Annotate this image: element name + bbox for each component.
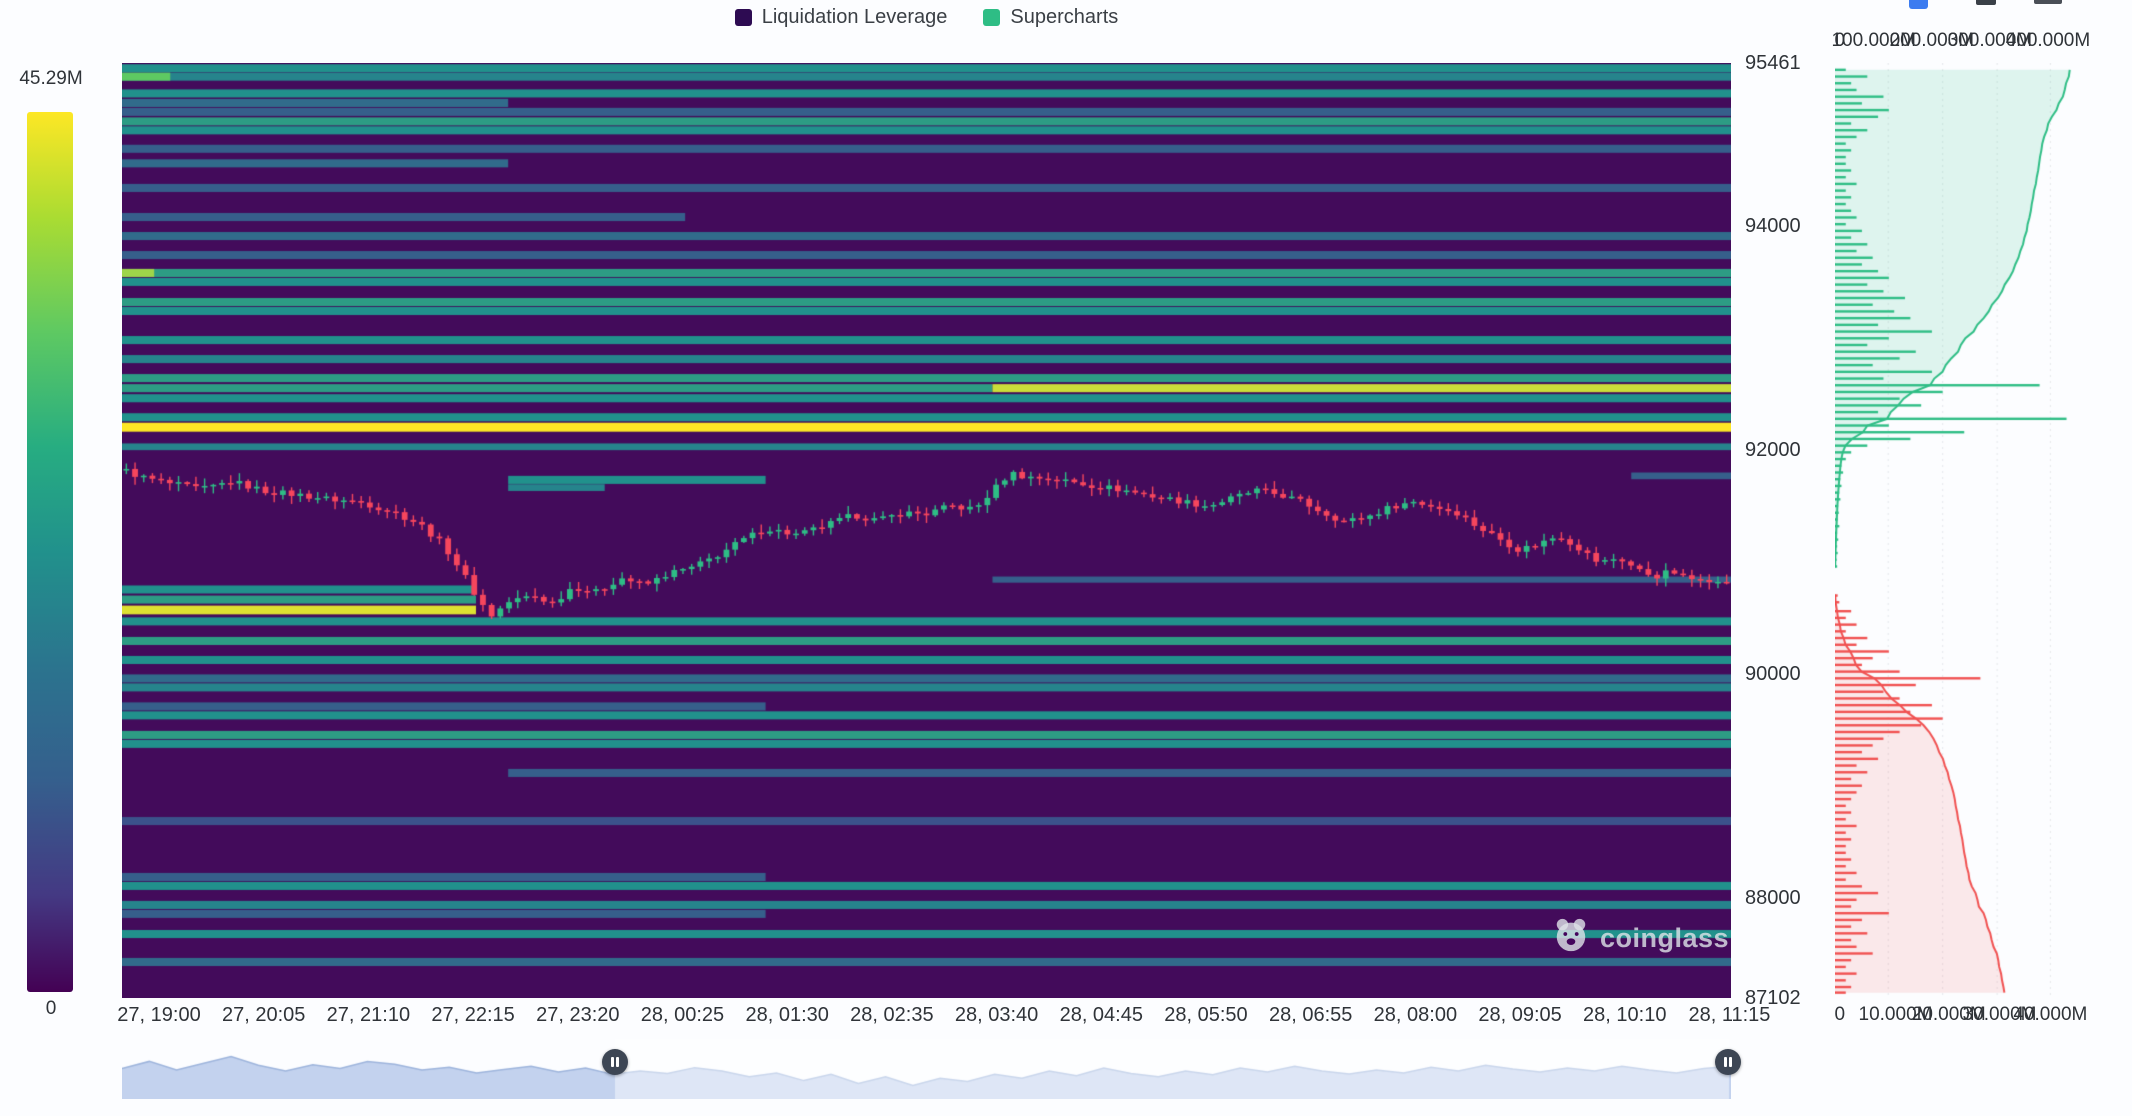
- depth-chart-canvas[interactable]: [1835, 63, 2077, 998]
- cropped-legend-swatch-top-right[interactable]: [1909, 0, 1928, 9]
- time-axis-label: 27, 22:15: [431, 1004, 515, 1026]
- cropped-legend-mark-top-right[interactable]: [1976, 0, 1996, 5]
- time-axis-label: 27, 19:00: [117, 1004, 201, 1026]
- time-axis-label: 28, 00:25: [640, 1004, 725, 1026]
- legend-label: Liquidation Leverage: [761, 6, 948, 28]
- legend-swatch: [983, 9, 1001, 26]
- price-axis-label: 95461: [1745, 52, 1801, 74]
- time-axis-label: 28, 01:30: [745, 1004, 829, 1026]
- depth-cumulative-axis-label: 400.000M: [2005, 30, 2091, 51]
- coinglass-watermark: coinglass: [1552, 916, 1729, 961]
- price-axis-label: 94000: [1745, 215, 1801, 238]
- legend-item-supercharts[interactable]: Supercharts: [983, 6, 1118, 29]
- colorbar-max-label: 45.29M: [19, 68, 83, 89]
- legend-label: Supercharts: [1010, 6, 1119, 28]
- liquidation-heatmap-page: Liquidation Leverage Supercharts 45.29M 0: [0, 0, 2132, 1116]
- time-axis-label: 27, 23:20: [536, 1004, 620, 1026]
- time-axis-label: 28, 02:35: [850, 1004, 934, 1026]
- colorbar-gradient: [27, 112, 73, 992]
- price-axis-label: 88000: [1745, 886, 1801, 909]
- navigator-canvas[interactable]: [122, 1039, 1731, 1099]
- legend-item-liquidation-leverage[interactable]: Liquidation Leverage: [734, 6, 948, 29]
- pause-icon: [608, 1056, 622, 1068]
- time-axis-label: 28, 11:15: [1688, 1004, 1771, 1026]
- navigator-handle-left[interactable]: [602, 1049, 628, 1075]
- time-axis-label: 27, 20:05: [221, 1004, 306, 1026]
- colorbar-min-label: 0: [45, 998, 57, 1019]
- time-axis-label: 28, 10:10: [1583, 1004, 1667, 1026]
- chart-legend: Liquidation Leverage Supercharts: [122, 6, 1731, 29]
- coinglass-watermark-text: coinglass: [1600, 923, 1730, 953]
- depth-size-axis-label: 40.000M: [2013, 1004, 2088, 1025]
- time-axis-label: 28, 06:55: [1268, 1004, 1353, 1026]
- time-axis-label: 28, 08:00: [1373, 1004, 1458, 1026]
- pause-icon: [1721, 1056, 1735, 1068]
- price-axis-label: 90000: [1745, 662, 1801, 685]
- time-axis-label: 27, 21:10: [326, 1004, 411, 1026]
- coinglass-logo-icon: [1552, 916, 1590, 961]
- time-axis-label: 28, 05:50: [1164, 1004, 1248, 1026]
- time-axis-label: 28, 03:40: [954, 1004, 1039, 1026]
- legend-swatch: [734, 9, 752, 26]
- liquidation-heatmap-canvas[interactable]: [122, 63, 1731, 998]
- time-axis-label: 28, 04:45: [1059, 1004, 1143, 1026]
- cropped-legend-line-top-right[interactable]: [2034, 0, 2062, 4]
- navigator-handle-right[interactable]: [1715, 1049, 1741, 1075]
- depth-size-axis-label: 0: [1834, 1004, 1846, 1025]
- price-axis-label: 92000: [1745, 439, 1801, 462]
- time-axis-label: 28, 09:05: [1478, 1004, 1562, 1026]
